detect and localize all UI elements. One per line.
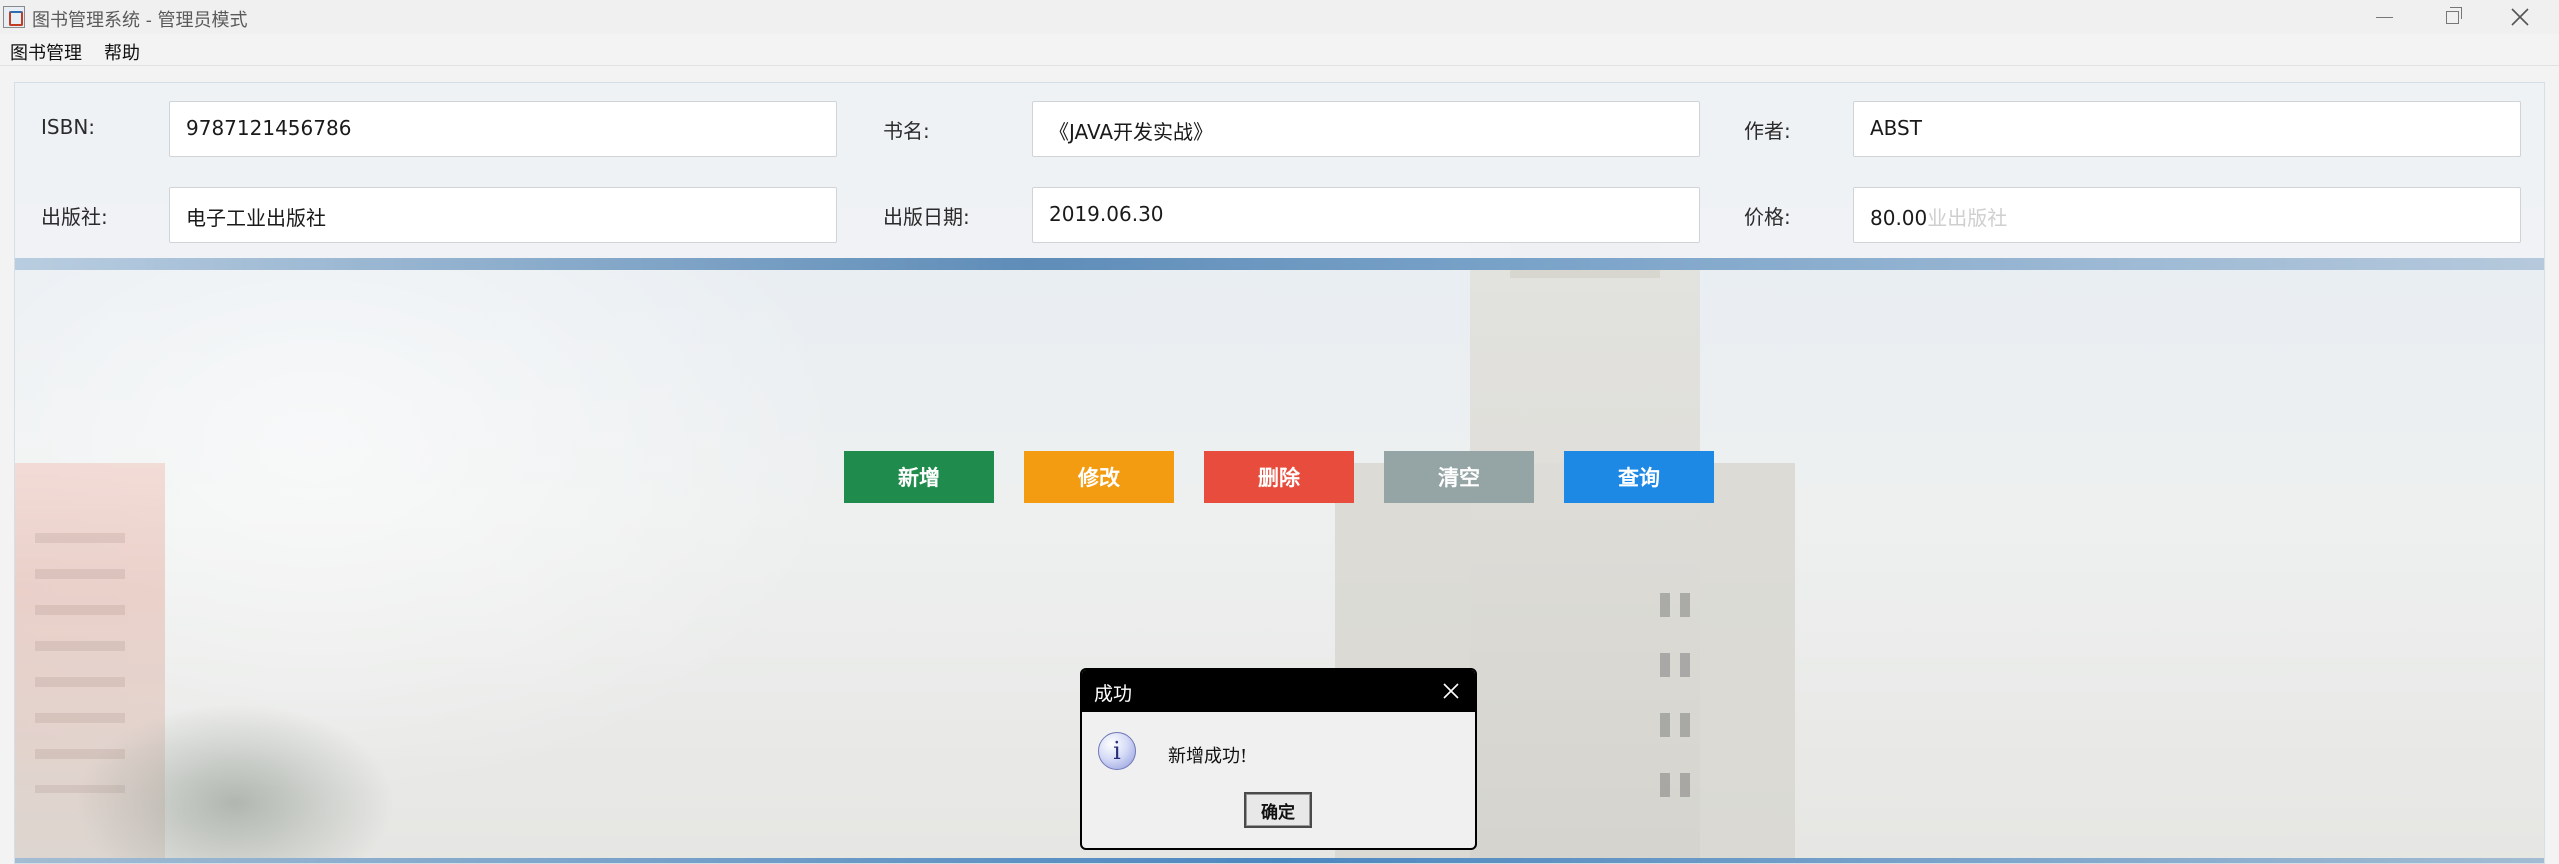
isbn-field[interactable]: 9787121456786 — [169, 101, 837, 157]
price-field[interactable]: 80.00业出版社 — [1853, 187, 2521, 243]
menu-help[interactable]: 帮助 — [104, 39, 140, 65]
tower-window — [1680, 713, 1690, 737]
tower-window — [1660, 773, 1670, 797]
menu-bar: 图书管理 帮助 — [0, 34, 2559, 66]
tower-window — [1680, 773, 1690, 797]
window-title-bar: 图书管理系统 - 管理员模式 — [0, 0, 2559, 34]
divider-strip — [15, 258, 2544, 270]
tower-window — [1680, 593, 1690, 617]
close-icon — [2511, 8, 2529, 26]
pubdate-field[interactable]: 2019.06.30 — [1032, 187, 1700, 243]
book-form: ISBN: 9787121456786 书名: 《JAVA开发实战》 作者: A… — [15, 83, 2544, 258]
background-tower — [1470, 218, 1700, 863]
tower-window — [1680, 653, 1690, 677]
isbn-value: 9787121456786 — [186, 116, 352, 140]
delete-button[interactable]: 删除 — [1204, 451, 1354, 503]
author-label: 作者: — [1744, 119, 1791, 143]
publisher-field[interactable]: 电子工业出版社 — [169, 187, 837, 243]
pubdate-label: 出版日期: — [883, 205, 970, 229]
query-button[interactable]: 查询 — [1564, 451, 1714, 503]
dialog-title: 成功 — [1094, 683, 1133, 705]
price-value: 80.00业出版社 — [1870, 202, 2007, 231]
close-icon[interactable] — [1441, 681, 1461, 701]
isbn-label: ISBN: — [41, 115, 96, 139]
app-icon — [3, 6, 25, 28]
title-label: 书名: — [883, 119, 930, 143]
author-value: ABST — [1870, 116, 1922, 140]
title-field[interactable]: 《JAVA开发实战》 — [1032, 101, 1700, 157]
restore-icon — [2445, 6, 2462, 24]
author-field[interactable]: ABST — [1853, 101, 2521, 157]
price-text: 80.00 — [1870, 206, 1928, 230]
price-label: 价格: — [1744, 205, 1791, 229]
ok-button[interactable]: 确定 — [1244, 792, 1312, 828]
publisher-value: 电子工业出版社 — [186, 206, 326, 230]
dialog-message: 新增成功! — [1168, 746, 1248, 767]
window-title: 图书管理系统 - 管理员模式 — [32, 10, 248, 31]
close-window-button[interactable] — [2486, 0, 2554, 34]
add-button[interactable]: 新增 — [844, 451, 994, 503]
minimize-button[interactable] — [2350, 0, 2418, 34]
tower-window — [1660, 593, 1670, 617]
menu-book-management[interactable]: 图书管理 — [10, 39, 82, 65]
publisher-label: 出版社: — [41, 205, 108, 229]
pubdate-value: 2019.06.30 — [1049, 202, 1164, 226]
info-icon: i — [1098, 732, 1136, 770]
title-value: 《JAVA开发实战》 — [1049, 120, 1214, 144]
minimize-icon — [2375, 16, 2393, 18]
price-ghost-text: 业出版社 — [1927, 206, 2008, 230]
edit-button[interactable]: 修改 — [1024, 451, 1174, 503]
restore-button[interactable] — [2418, 0, 2486, 34]
tower-window — [1660, 653, 1670, 677]
dialog-title-bar: 成功 — [1082, 670, 1475, 712]
success-dialog: 成功 i 新增成功! 确定 — [1080, 668, 1477, 850]
clear-button[interactable]: 清空 — [1384, 451, 1534, 503]
bottom-strip — [15, 858, 2544, 863]
tower-window — [1660, 713, 1670, 737]
